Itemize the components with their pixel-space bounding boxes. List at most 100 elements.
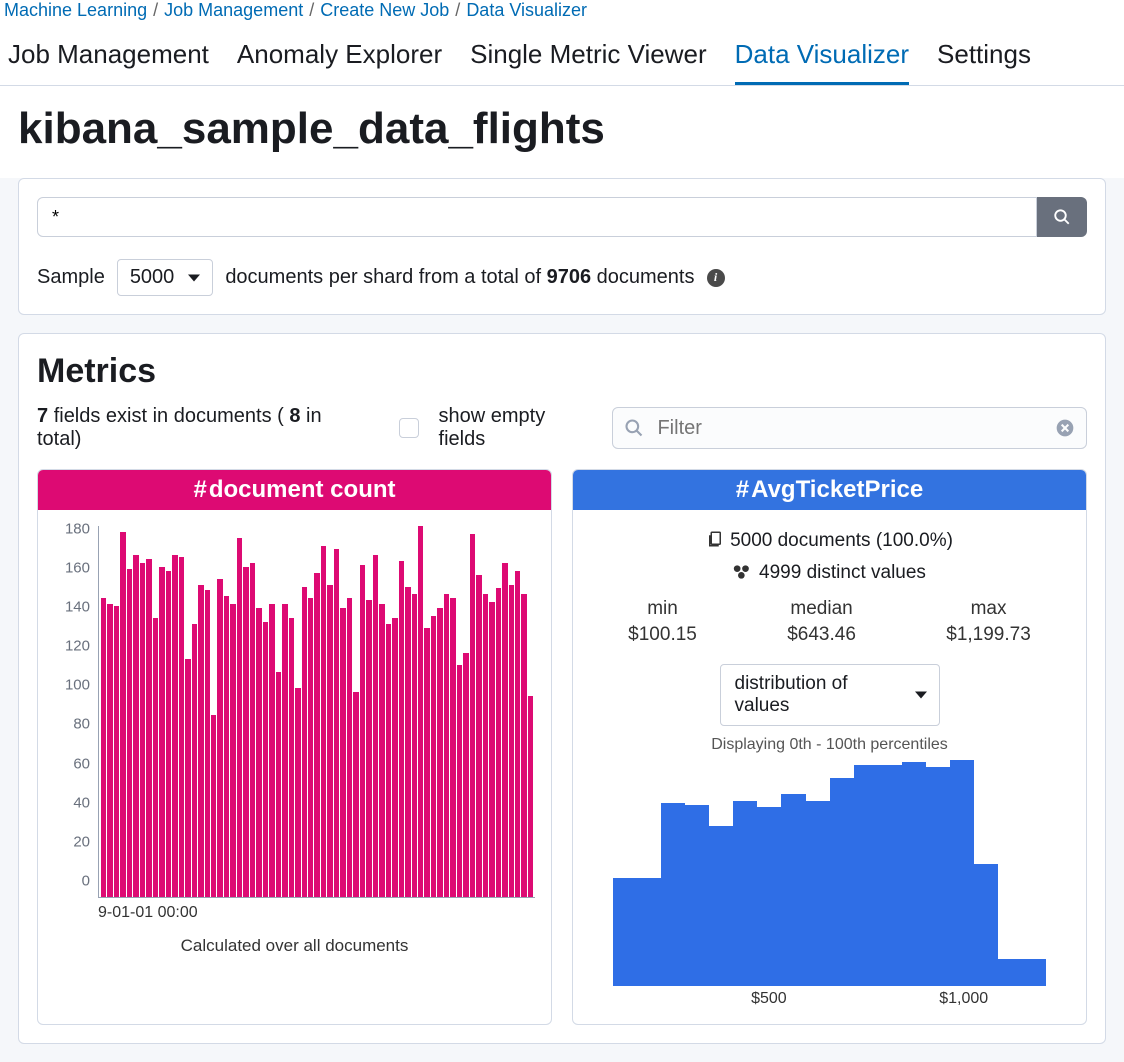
chart-bar [437,608,442,897]
document-count-card: #document count 020406080100120140160180… [37,469,552,1025]
chart-bar [243,567,248,897]
clear-icon[interactable] [1055,418,1075,438]
chart-bar [757,807,781,986]
chart-bar [405,587,410,897]
chart-bar [379,604,384,897]
chart-bar [230,604,235,897]
chart-bar [114,606,119,897]
chart-bar [781,794,805,986]
tab-settings[interactable]: Settings [937,33,1031,85]
chart-bar [224,596,229,897]
chart-bar [926,767,950,986]
chart-bar [295,688,300,897]
chart-bar [431,616,436,897]
chart-bar [528,696,533,897]
chart-bar [412,594,417,897]
chart-bar [974,864,998,986]
chart-bar [198,585,203,897]
chart-bar [269,604,274,897]
chart-bar [502,563,507,897]
distribution-select[interactable]: distribution of values [720,664,940,726]
chart-bar [347,598,352,897]
chart-bar [661,803,685,986]
chart-bar [289,618,294,897]
document-count-chart: 020406080100120140160180 9-01-01 00:00 [48,526,541,926]
sample-select[interactable]: 5000 [117,259,214,296]
chart-bar [830,778,854,986]
chart-bar [450,598,455,897]
documents-icon [706,530,724,548]
chart-bar [366,600,371,897]
chart-bar [263,622,268,897]
tab-bar: Job Management Anomaly Explorer Single Met… [0,25,1124,86]
chart-bar [483,594,488,897]
filter-input[interactable] [612,407,1087,449]
chart-bar [373,555,378,897]
sample-label: Sample [37,266,105,289]
breadcrumb-link[interactable]: Data Visualizer [466,0,587,21]
chart-bar [463,653,468,897]
chart-bar [237,538,242,897]
tab-data-visualizer[interactable]: Data Visualizer [735,33,909,85]
breadcrumb-link[interactable]: Machine Learning [4,0,147,21]
chart-bar [120,532,125,897]
chart-bar [256,608,261,897]
chart-bar [211,715,216,897]
show-empty-checkbox[interactable] [399,418,418,438]
chart-bar [133,555,138,897]
chart-bar [353,692,358,897]
chart-bar [418,526,423,897]
chart-bar [509,585,514,897]
chart-bar [282,604,287,897]
tab-single-metric-viewer[interactable]: Single Metric Viewer [470,33,707,85]
chart-bar [854,765,878,986]
chart-bar [179,557,184,897]
tab-anomaly-explorer[interactable]: Anomaly Explorer [237,33,442,85]
chart-bar [902,762,926,986]
total-docs: 9706 [547,266,592,288]
chart-bar [302,587,307,897]
chart-bar [334,549,339,897]
chart-bar [806,801,830,986]
chart-bar [127,569,132,897]
chart-bar [192,624,197,897]
distinct-icon [733,564,753,580]
avg-ticket-price-card: #AvgTicketPrice 5000 documents (100.0%) … [572,469,1087,1025]
chart-bar [321,546,326,897]
info-icon[interactable]: i [707,269,725,287]
chart-bar [327,585,332,897]
search-panel: Sample 5000 documents per shard from a t… [18,178,1106,315]
search-icon [1053,208,1071,226]
chart-bar [1022,959,1046,986]
chart-bar [276,672,281,897]
chart-bar [205,590,210,897]
chart-bar [489,602,494,897]
breadcrumb: Machine Learning/Job Management/Create N… [0,0,1124,25]
chart-bar [146,559,151,897]
chart-bar [733,801,757,986]
chart-bar [340,608,345,897]
breadcrumb-link[interactable]: Create New Job [320,0,449,21]
chart-bar [496,588,501,897]
metrics-title: Metrics [37,352,1087,391]
chart-bar [476,575,481,897]
number-icon: # [193,476,206,503]
chart-bar [250,563,255,897]
chart-bar [950,760,974,986]
chart-bar [637,878,661,986]
search-input[interactable] [37,197,1037,237]
chart-bar [444,594,449,897]
search-button[interactable] [1037,197,1087,237]
chart-bar [159,567,164,897]
breadcrumb-link[interactable]: Job Management [164,0,303,21]
tab-job-management[interactable]: Job Management [8,33,209,85]
chart-bar [153,618,158,897]
chart-bar [457,665,462,897]
chart-bar [521,594,526,897]
chart-bar [107,604,112,897]
chart-bar [424,628,429,897]
chart-bar [172,555,177,897]
chart-bar [166,571,171,897]
chart-bar [392,618,397,897]
chart-bar [878,765,902,986]
